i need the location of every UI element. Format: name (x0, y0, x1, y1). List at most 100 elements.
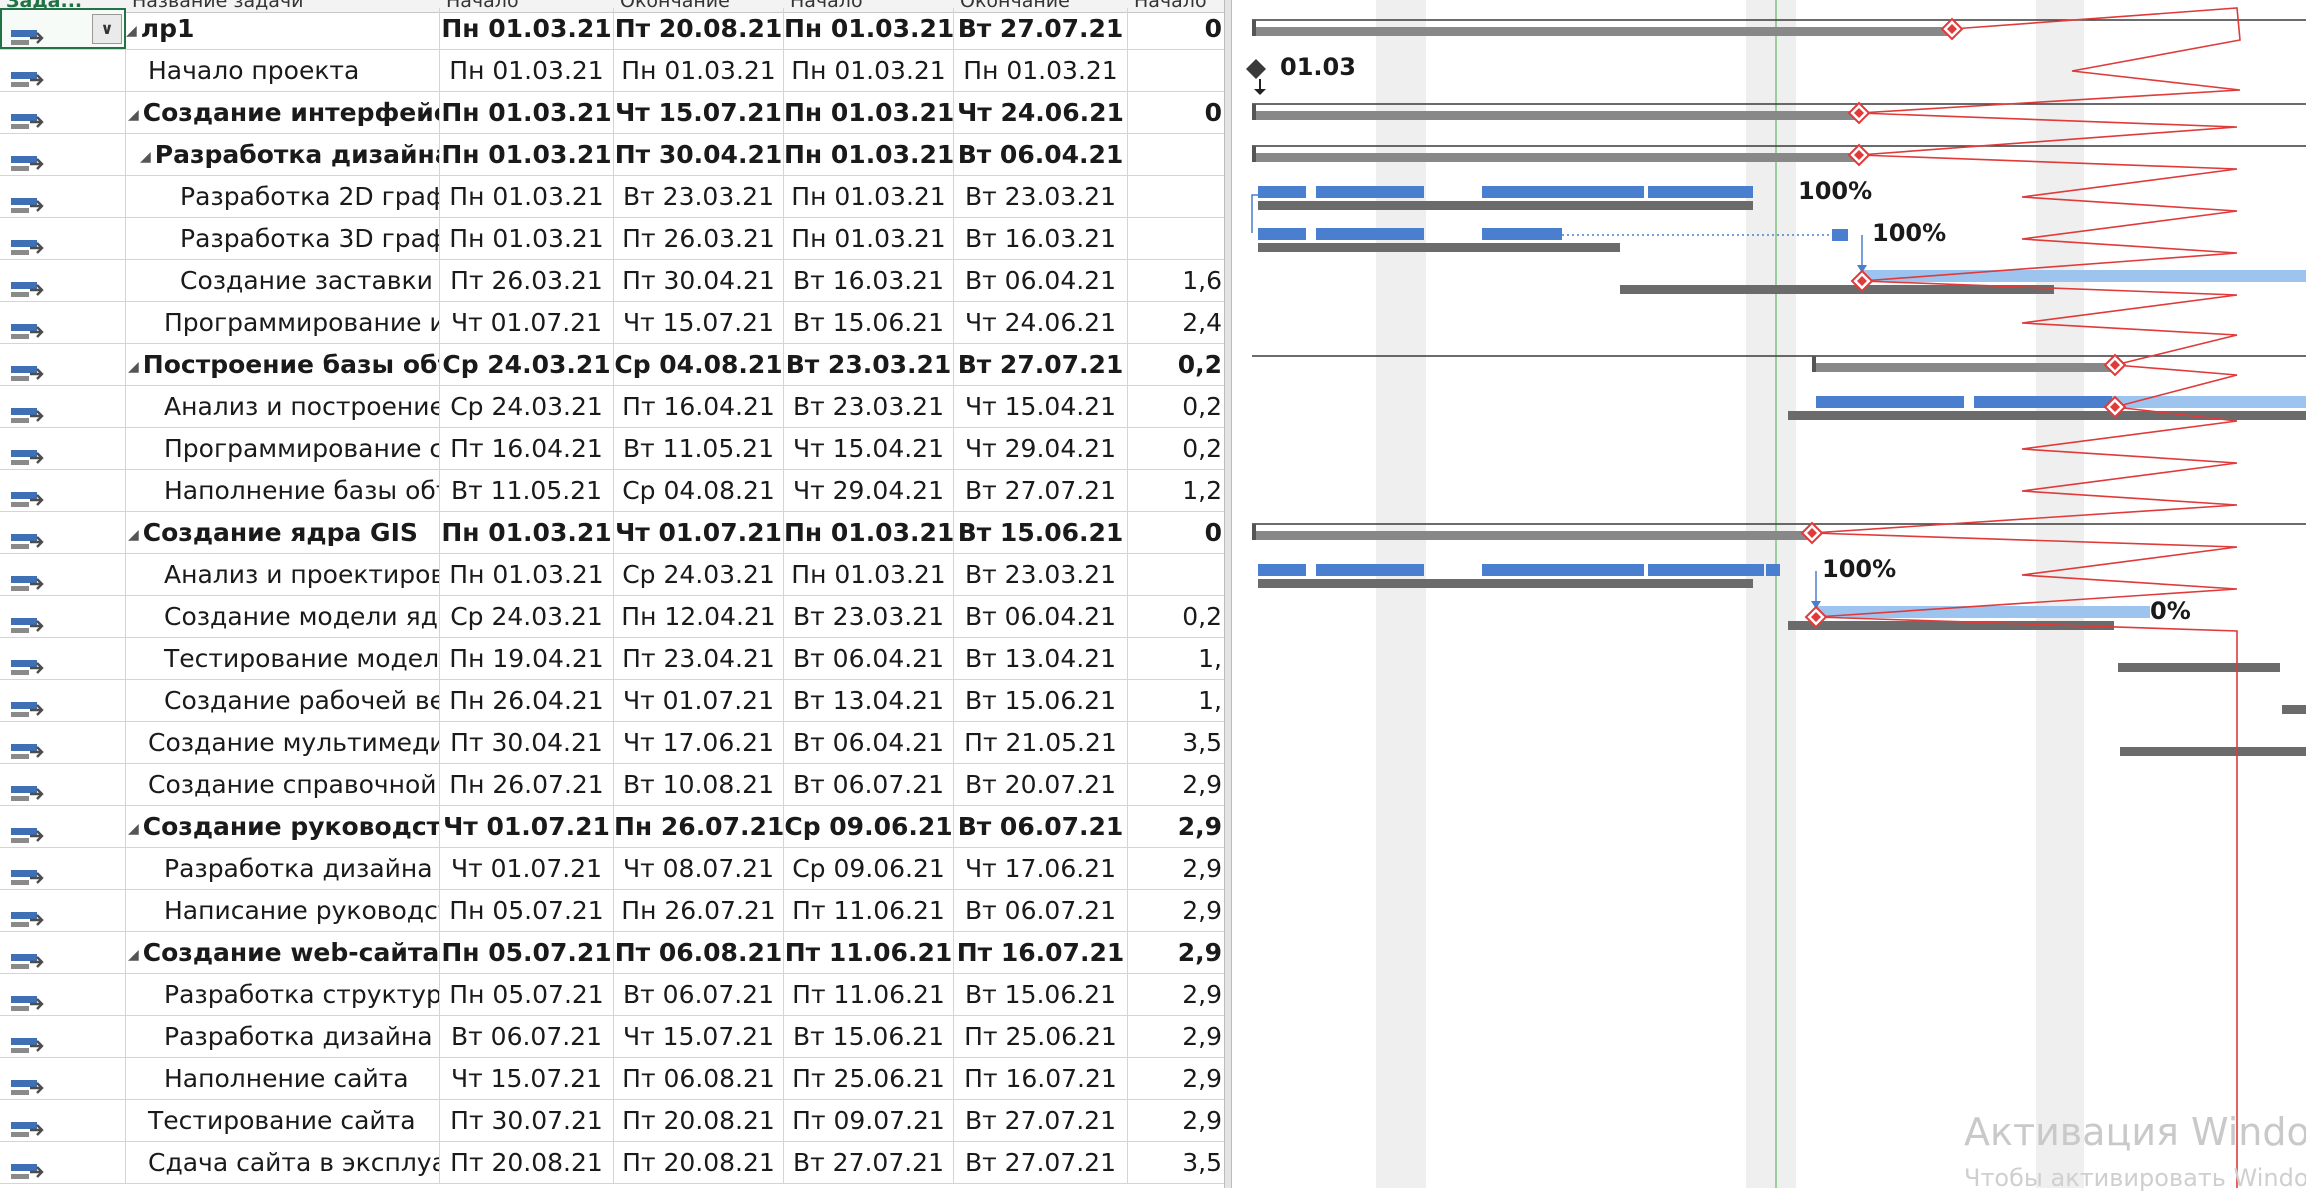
task-extra-cell[interactable]: 2,9 (1128, 974, 1224, 1015)
task-finish-cell[interactable]: Пт 30.04.21 (614, 134, 784, 175)
baseline-start-cell[interactable]: Ср 09.06.21 (784, 848, 954, 889)
task-row[interactable]: ◢Разработка дизайна иПн 01.03.21Пт 30.04… (0, 134, 1224, 176)
task-row[interactable]: Создание рабочей версииПн 26.04.21Чт 01.… (0, 680, 1224, 722)
task-mode-cell[interactable] (0, 848, 126, 889)
baseline-start-cell[interactable]: Вт 23.03.21 (784, 386, 954, 427)
task-mode-cell[interactable] (0, 470, 126, 511)
task-extra-cell[interactable] (1128, 50, 1224, 91)
task-finish-cell[interactable]: Вт 10.08.21 (614, 764, 784, 805)
baseline-finish-cell[interactable]: Вт 27.07.21 (954, 470, 1128, 511)
task-name-cell[interactable]: Программирование интерфейса (126, 302, 440, 343)
task-mode-cell[interactable] (0, 1100, 126, 1141)
baseline-start-cell[interactable]: Вт 06.07.21 (784, 764, 954, 805)
task-name-cell[interactable]: Создание справочной системы (126, 764, 440, 805)
task-extra-cell[interactable] (1128, 554, 1224, 595)
task-row[interactable]: Разработка дизайна сайтаВт 06.07.21Чт 15… (0, 1016, 1224, 1058)
task-finish-cell[interactable]: Пт 06.08.21 (614, 1058, 784, 1099)
task-name-cell[interactable]: ◢Построение базы объектов (126, 344, 440, 385)
task-finish-cell[interactable]: Пт 20.08.21 (614, 8, 784, 49)
baseline-finish-cell[interactable]: Вт 20.07.21 (954, 764, 1128, 805)
collapse-triangle-icon[interactable]: ◢ (140, 149, 151, 165)
task-extra-cell[interactable]: 0,2 (1128, 596, 1224, 637)
baseline-start-cell[interactable]: Вт 06.04.21 (784, 722, 954, 763)
task-finish-cell[interactable]: Ср 04.08.21 (614, 470, 784, 511)
task-finish-cell[interactable]: Пн 01.03.21 (614, 50, 784, 91)
baseline-finish-cell[interactable]: Вт 15.06.21 (954, 512, 1128, 553)
task-mode-cell[interactable] (0, 932, 126, 973)
baseline-finish-cell[interactable]: Пт 21.05.21 (954, 722, 1128, 763)
task-extra-cell[interactable]: 3,5 (1128, 722, 1224, 763)
collapse-triangle-icon[interactable]: ◢ (128, 821, 139, 837)
task-start-cell[interactable]: Пн 05.07.21 (440, 932, 614, 973)
task-start-cell[interactable]: Пн 01.03.21 (440, 50, 614, 91)
task-row[interactable]: Написание руководстваПн 05.07.21Пн 26.07… (0, 890, 1224, 932)
task-start-cell[interactable]: Чт 01.07.21 (440, 848, 614, 889)
task-finish-cell[interactable]: Чт 15.07.21 (614, 302, 784, 343)
baseline-finish-cell[interactable]: Вт 06.07.21 (954, 806, 1128, 847)
baseline-start-cell[interactable]: Пт 11.06.21 (784, 974, 954, 1015)
baseline-finish-cell[interactable]: Вт 06.04.21 (954, 260, 1128, 301)
collapse-triangle-icon[interactable]: ◢ (128, 527, 139, 543)
baseline-start-cell[interactable]: Пн 01.03.21 (784, 176, 954, 217)
task-finish-cell[interactable]: Пт 23.04.21 (614, 638, 784, 679)
task-start-cell[interactable]: Пн 01.03.21 (440, 554, 614, 595)
baseline-start-cell[interactable]: Пт 25.06.21 (784, 1058, 954, 1099)
baseline-start-cell[interactable]: Пн 01.03.21 (784, 92, 954, 133)
baseline-finish-cell[interactable]: Вт 15.06.21 (954, 680, 1128, 721)
task-mode-cell[interactable] (0, 974, 126, 1015)
task-mode-cell[interactable] (0, 50, 126, 91)
task-name-cell[interactable]: Анализ и построение (126, 386, 440, 427)
task-start-cell[interactable]: Пн 05.07.21 (440, 974, 614, 1015)
baseline-finish-cell[interactable]: Чт 24.06.21 (954, 92, 1128, 133)
gantt-chart[interactable]: 01.03 100% 100% 100% 0% (1232, 0, 2306, 1188)
task-mode-cell[interactable] (0, 1142, 126, 1183)
baseline-start-cell[interactable]: Пн 01.03.21 (784, 512, 954, 553)
task-row[interactable]: Создание мультимедиа Пт 30.04.21 Чт 17.06.… (0, 722, 1224, 764)
baseline-start-cell[interactable]: Пт 11.06.21 (784, 932, 954, 973)
task-name-cell[interactable]: Наполнение базы объектов (126, 470, 440, 511)
task-row[interactable]: Тестирование модели Пн 19.04.21 Пт 23.04.2… (0, 638, 1224, 680)
task-extra-cell[interactable]: 2,9 (1128, 932, 1224, 973)
task-name-cell[interactable]: Разработка 2D графики (126, 176, 440, 217)
baseline-finish-cell[interactable]: Вт 27.07.21 (954, 1142, 1128, 1183)
task-row[interactable]: Программирование интерфейсаЧт 01.07.21Чт… (0, 302, 1224, 344)
task-row[interactable]: Тестирование сайта Пт 30.07.21 Пт 20.08.21… (0, 1100, 1224, 1142)
baseline-finish-cell[interactable]: Чт 15.04.21 (954, 386, 1128, 427)
task-name-cell[interactable]: ◢ Создание ядра GIS (126, 512, 440, 553)
task-row[interactable]: Создание справочной системыПн 26.07.21Вт… (0, 764, 1224, 806)
task-row[interactable]: ◢Создание руководстваЧт 01.07.21Пн 26.07… (0, 806, 1224, 848)
task-row[interactable]: Создание модели ядра Ср 24.03.21 Пн 12.04.… (0, 596, 1224, 638)
task-mode-cell[interactable] (0, 554, 126, 595)
task-extra-cell[interactable]: 1,6 (1128, 260, 1224, 301)
view-splitter[interactable] (1224, 0, 1232, 1188)
task-extra-cell[interactable]: 2,9 (1128, 806, 1224, 847)
baseline-start-cell[interactable]: Вт 15.06.21 (784, 302, 954, 343)
task-extra-cell[interactable] (1128, 218, 1224, 259)
task-start-cell[interactable]: Вт 06.07.21 (440, 1016, 614, 1057)
task-start-cell[interactable]: Вт 11.05.21 (440, 470, 614, 511)
task-extra-cell[interactable]: 1, (1128, 680, 1224, 721)
task-extra-cell[interactable]: 2,9 (1128, 848, 1224, 889)
task-extra-cell[interactable] (1128, 176, 1224, 217)
task-mode-cell[interactable] (0, 260, 126, 301)
baseline-finish-cell[interactable]: Вт 27.07.21 (954, 1100, 1128, 1141)
baseline-finish-cell[interactable]: Вт 06.07.21 (954, 890, 1128, 931)
task-name-cell[interactable]: Написание руководства (126, 890, 440, 931)
task-start-cell[interactable]: Ср 24.03.21 (440, 596, 614, 637)
task-name-cell[interactable]: Разработка структуры (126, 974, 440, 1015)
task-mode-cell[interactable] (0, 218, 126, 259)
baseline-finish-cell[interactable]: Вт 27.07.21 (954, 344, 1128, 385)
baseline-start-cell[interactable]: Вт 16.03.21 (784, 260, 954, 301)
task-row[interactable]: ◢ Создание ядра GIS Пн 01.03.21 Чт 01.07.21… (0, 512, 1224, 554)
task-start-cell[interactable]: Пн 01.03.21 (440, 8, 614, 49)
task-start-cell[interactable]: Пн 19.04.21 (440, 638, 614, 679)
task-name-cell[interactable]: Разработка дизайна сайта (126, 1016, 440, 1057)
task-sheet[interactable]: Зада... Название задачи Начало Окончание… (0, 0, 1224, 1188)
task-mode-cell[interactable] (0, 428, 126, 469)
task-finish-cell[interactable]: Вт 11.05.21 (614, 428, 784, 469)
task-start-cell[interactable]: Чт 01.07.21 (440, 302, 614, 343)
task-row[interactable]: Наполнение базы объектовВт 11.05.21Ср 04… (0, 470, 1224, 512)
task-row[interactable]: ◢ Создание web-сайта и Пн 05.07.21 Пт 06.08… (0, 932, 1224, 974)
baseline-start-cell[interactable]: Пн 01.03.21 (784, 50, 954, 91)
task-extra-cell[interactable]: 2,9 (1128, 1100, 1224, 1141)
